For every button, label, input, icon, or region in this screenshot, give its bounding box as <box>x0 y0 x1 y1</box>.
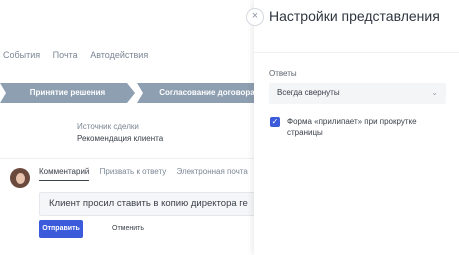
send-button[interactable]: Отправить <box>39 220 83 238</box>
comment-input[interactable]: Клиент просил ставить в копию директора … <box>39 192 271 216</box>
sticky-form-checkbox[interactable]: ✓ <box>270 117 280 127</box>
deal-source-label: Источник сделки <box>77 122 139 131</box>
cancel-button[interactable]: Отменить <box>112 220 144 238</box>
tab-automations[interactable]: Автодействия <box>90 50 148 60</box>
tab-email[interactable]: Электронная почта <box>176 167 247 176</box>
close-icon[interactable]: × <box>246 8 264 26</box>
tab-events[interactable]: События <box>3 50 40 60</box>
comment-input-text: Клиент просил ставить в копию директора … <box>49 198 248 209</box>
tab-comment[interactable]: Комментарий <box>39 167 90 181</box>
sticky-form-checkbox-label[interactable]: Форма «прилипает» при прокрутке страницы <box>287 116 447 138</box>
comment-tabs: Комментарий Призвать к ответу Электронна… <box>39 167 256 181</box>
stage-decision[interactable]: Принятие решения <box>0 83 135 103</box>
tab-mail[interactable]: Почта <box>53 50 78 60</box>
answers-select-value: Всегда свернуты <box>277 88 340 97</box>
avatar-face <box>16 173 25 184</box>
panel-header-divider <box>254 52 459 53</box>
avatar <box>10 168 30 188</box>
entity-tabs: События Почта Автодействия <box>0 50 158 60</box>
answers-select[interactable]: Всегда свернуты ⌄ <box>269 83 446 104</box>
pipeline-stages: Принятие решения Согласование договора <box>0 83 277 103</box>
tab-call-to-answer[interactable]: Призвать к ответу <box>100 167 167 176</box>
chevron-down-icon: ⌄ <box>431 88 438 97</box>
answers-label: Ответы <box>269 69 297 78</box>
deal-source-value[interactable]: Рекомендация клиента <box>77 134 163 143</box>
divider <box>0 158 258 159</box>
panel-title: Настройки представления <box>269 8 440 24</box>
